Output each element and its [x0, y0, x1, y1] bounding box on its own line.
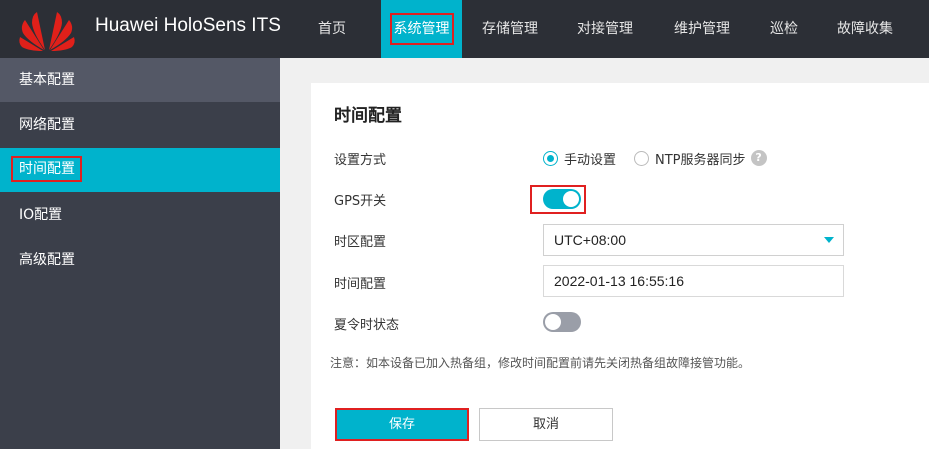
sidebar-item-label: 高级配置	[19, 252, 75, 268]
question-icon[interactable]: ?	[750, 150, 767, 166]
sidebar: 基本配置 网络配置 时间配置 IO配置 高级配置	[0, 58, 280, 449]
nav-item-system-management[interactable]: 系统管理	[381, 0, 462, 58]
sidebar-item-time-config[interactable]: 时间配置	[0, 148, 280, 192]
save-button[interactable]: 保存	[335, 408, 469, 441]
sidebar-item-label: 基本配置	[19, 72, 75, 88]
timezone-select[interactable]: UTC+08:00	[543, 224, 844, 256]
nav-item-label: 巡检	[770, 21, 798, 37]
sidebar-item-network-config[interactable]: 网络配置	[0, 103, 280, 147]
time-label: 时间配置	[334, 277, 387, 292]
page-title: 时间配置	[334, 106, 402, 126]
radio-label: NTP服务器同步	[655, 152, 746, 168]
gps-toggle[interactable]	[543, 189, 581, 209]
nav-item-storage-management[interactable]: 存储管理	[472, 0, 548, 58]
nav-item-label: 维护管理	[674, 21, 730, 37]
nav-item-label: 故障收集	[837, 21, 893, 37]
radio-unchecked-icon	[634, 150, 650, 166]
timezone-label: 时区配置	[334, 235, 387, 250]
nav-item-fault-collection[interactable]: 故障收集	[827, 0, 903, 58]
hot-standby-note: 注意：如本设备已加入热备组，修改时间配置前请先关闭热备组故障接管功能。	[330, 356, 751, 370]
sidebar-item-basic-config[interactable]: 基本配置	[0, 58, 280, 102]
nav-item-label: 系统管理	[389, 13, 454, 45]
radio-label: 手动设置	[564, 152, 617, 168]
cancel-button[interactable]: 取消	[479, 408, 613, 441]
gps-switch-label: GPS开关	[334, 194, 387, 209]
setting-mode-radio-group: 手动设置 NTP服务器同步 ?	[543, 148, 767, 168]
sidebar-item-advanced-config[interactable]: 高级配置	[0, 238, 280, 282]
app-title: Huawei HoloSens ITS	[95, 15, 281, 36]
radio-checked-icon	[543, 150, 558, 166]
nav-item-maintenance-management[interactable]: 维护管理	[664, 0, 740, 58]
timezone-value: UTC+08:00	[554, 232, 626, 248]
toggle-knob	[563, 191, 579, 207]
dst-toggle[interactable]	[543, 312, 581, 332]
nav-item-label: 存储管理	[482, 21, 538, 37]
sidebar-item-label: 网络配置	[19, 117, 75, 133]
nav-item-label: 首页	[318, 21, 346, 37]
dst-status-label: 夏令时状态	[334, 318, 400, 333]
sidebar-item-label: IO配置	[19, 207, 63, 223]
nav-item-label: 对接管理	[577, 21, 633, 37]
sidebar-item-label: 时间配置	[11, 155, 82, 182]
nav-item-integration-management[interactable]: 对接管理	[567, 0, 643, 58]
manual-setting-radio[interactable]: 手动设置	[543, 149, 616, 168]
nav-item-inspection[interactable]: 巡检	[761, 0, 807, 58]
time-config-panel: 时间配置 设置方式 手动设置 NTP服务器同步 ? GPS开关 时区配置 UTC…	[311, 83, 929, 449]
huawei-logo-icon	[19, 12, 75, 51]
setting-mode-label: 设置方式	[334, 153, 387, 168]
toggle-knob	[545, 314, 561, 330]
top-bar: Huawei HoloSens ITS 首页 系统管理 存储管理 对接管理 维护…	[0, 0, 929, 58]
nav-item-home[interactable]: 首页	[300, 0, 364, 58]
caret-down-icon	[824, 237, 834, 243]
ntp-sync-radio[interactable]: NTP服务器同步	[634, 149, 746, 168]
sidebar-item-io-config[interactable]: IO配置	[0, 193, 280, 237]
time-input[interactable]: 2022-01-13 16:55:16	[543, 265, 844, 297]
